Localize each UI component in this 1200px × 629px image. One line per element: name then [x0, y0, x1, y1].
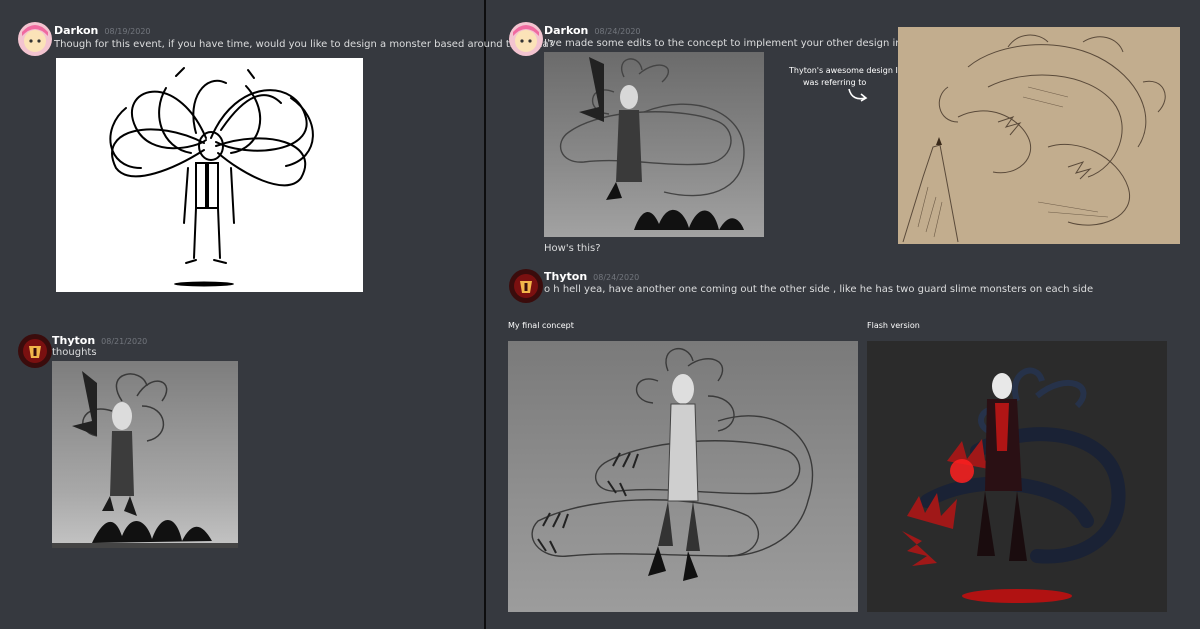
darkon-avatar[interactable]	[509, 22, 543, 56]
message-author[interactable]: Thyton 08/21/2020	[52, 334, 147, 347]
message-timestamp: 08/21/2020	[101, 337, 148, 346]
message-text: I've made some edits to the concept to i…	[544, 38, 941, 49]
thyton-avatar[interactable]	[18, 334, 52, 368]
message-timestamp: 08/19/2020	[104, 27, 151, 36]
edited-concept-attachment[interactable]	[544, 52, 764, 237]
message-text: Though for this event, if you have time,…	[54, 39, 554, 50]
curved-arrow-icon	[846, 86, 870, 104]
message-author[interactable]: Darkon 08/19/2020	[54, 24, 151, 37]
darkon-avatar[interactable]	[18, 22, 52, 56]
thyton-avatar[interactable]	[509, 269, 543, 303]
annotation-line-1: Thyton's awesome design I	[789, 66, 898, 75]
message-text: thoughts	[52, 347, 97, 358]
message-author[interactable]: Darkon 08/24/2020	[544, 24, 641, 37]
message-text: o h hell yea, have another one coming ou…	[544, 284, 1094, 295]
message-timestamp: 08/24/2020	[593, 273, 640, 282]
flash-version-image[interactable]	[867, 341, 1167, 612]
concept-art-attachment[interactable]	[52, 361, 238, 548]
message-followup: How's this?	[544, 243, 601, 254]
panel-divider	[484, 0, 486, 629]
message-author[interactable]: Thyton 08/24/2020	[544, 270, 639, 283]
final-concept-image[interactable]	[508, 341, 858, 612]
sketch-attachment[interactable]	[56, 58, 363, 292]
message-timestamp: 08/24/2020	[594, 27, 641, 36]
flash-version-caption: Flash version	[867, 321, 920, 330]
final-concept-caption: My final concept	[508, 321, 574, 330]
pencil-sketch-attachment[interactable]	[898, 27, 1180, 244]
